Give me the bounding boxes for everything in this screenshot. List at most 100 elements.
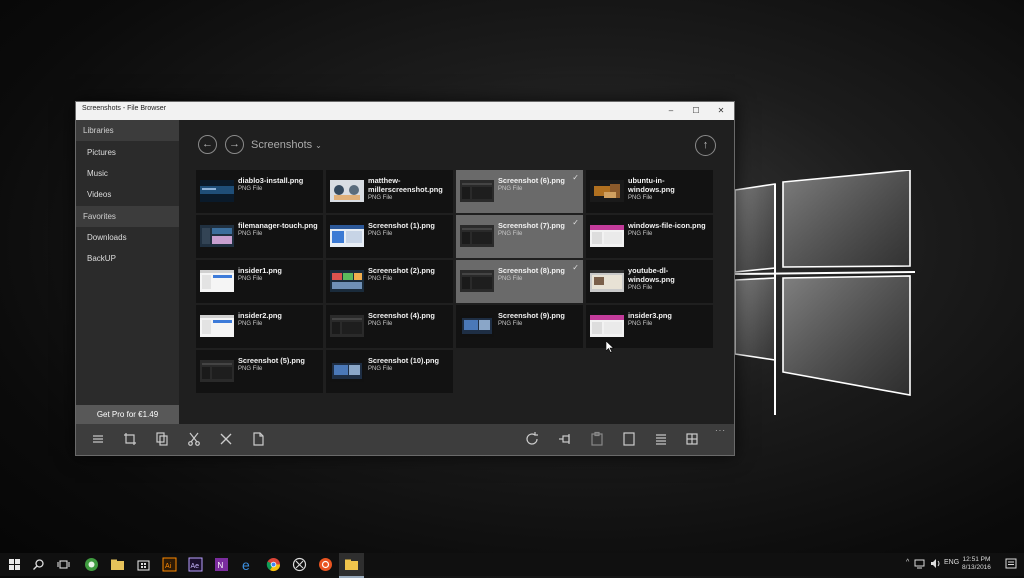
grid-view-icon[interactable] bbox=[684, 431, 700, 447]
file-tile[interactable]: ubuntu-in-windows.png PNG File bbox=[586, 170, 713, 213]
ubuntu-icon[interactable] bbox=[317, 556, 334, 573]
android-icon[interactable] bbox=[83, 556, 100, 573]
xbox-icon[interactable] bbox=[291, 556, 308, 573]
close-button[interactable]: ✕ bbox=[712, 104, 730, 118]
title-bar[interactable]: Screenshots - File Browser – ☐ ✕ bbox=[76, 102, 734, 120]
network-icon[interactable] bbox=[914, 557, 927, 570]
clock-date: 8/13/2016 bbox=[962, 564, 991, 571]
onenote-icon[interactable]: N bbox=[213, 556, 230, 573]
more-options-button[interactable]: ··· bbox=[715, 426, 726, 435]
list-icon[interactable] bbox=[90, 431, 106, 447]
file-tile[interactable]: Screenshot (9).png PNG File bbox=[456, 305, 583, 348]
paste-icon[interactable] bbox=[589, 431, 605, 447]
after-effects-icon[interactable]: Ae bbox=[187, 556, 204, 573]
file-tile[interactable]: filemanager-touch.png PNG File bbox=[196, 215, 323, 258]
file-tile[interactable]: Screenshot (4).png PNG File bbox=[326, 305, 453, 348]
refresh-icon[interactable] bbox=[524, 431, 540, 447]
svg-text:Ai: Ai bbox=[165, 563, 172, 570]
volume-icon[interactable] bbox=[929, 557, 942, 570]
file-tile[interactable]: Screenshot (1).png PNG File bbox=[326, 215, 453, 258]
file-tile[interactable]: Screenshot (6).png PNG File ✓ bbox=[456, 170, 583, 213]
edge-icon[interactable]: e bbox=[239, 556, 256, 573]
file-tile[interactable]: Screenshot (10).png PNG File bbox=[326, 350, 453, 393]
file-name: Screenshot (10).png bbox=[368, 356, 440, 365]
mouse-cursor-icon bbox=[606, 341, 614, 353]
sidebar-section-libraries[interactable]: Libraries bbox=[76, 120, 179, 141]
sidebar-item-videos[interactable]: Videos bbox=[76, 184, 179, 205]
file-thumbnail bbox=[330, 180, 364, 202]
chrome-icon[interactable] bbox=[265, 556, 282, 573]
sidebar-item-backup[interactable]: BackUP bbox=[76, 248, 179, 269]
clock-time: 12:51 PM bbox=[962, 556, 991, 563]
breadcrumb[interactable]: Screenshots ⌄ bbox=[251, 139, 322, 151]
file-name: Screenshot (4).png bbox=[368, 311, 435, 320]
file-tile[interactable]: insider2.png PNG File bbox=[196, 305, 323, 348]
file-type: PNG File bbox=[368, 195, 393, 201]
get-pro-button[interactable]: Get Pro for €1.49 bbox=[76, 405, 179, 424]
sidebar-item-pictures[interactable]: Pictures bbox=[76, 142, 179, 163]
file-name: filemanager-touch.png bbox=[238, 221, 318, 230]
clock[interactable]: 12:51 PM 8/13/2016 bbox=[962, 556, 991, 572]
file-tile[interactable]: diablo3-install.png PNG File bbox=[196, 170, 323, 213]
details-view-icon[interactable] bbox=[653, 431, 669, 447]
checkmark-icon: ✓ bbox=[572, 173, 579, 182]
minimize-button[interactable]: – bbox=[662, 104, 680, 118]
checkmark-icon: ✓ bbox=[572, 218, 579, 227]
start-icon[interactable] bbox=[6, 556, 23, 573]
chevron-down-icon: ⌄ bbox=[315, 141, 322, 150]
up-arrow-icon[interactable]: ↑ bbox=[695, 135, 716, 156]
task-view-icon[interactable] bbox=[55, 556, 72, 573]
sidebar-item-downloads[interactable]: Downloads bbox=[76, 227, 179, 248]
delete-icon[interactable] bbox=[218, 431, 234, 447]
notifications-icon[interactable] bbox=[1004, 557, 1018, 571]
tray-chevron-icon[interactable]: ^ bbox=[906, 559, 909, 566]
windows-logo-wallpaper bbox=[735, 170, 915, 415]
file-name: insider2.png bbox=[238, 311, 282, 320]
file-type: PNG File bbox=[368, 366, 393, 372]
file-explorer-icon[interactable] bbox=[109, 556, 126, 573]
file-thumbnail bbox=[200, 180, 234, 202]
cut-icon[interactable] bbox=[186, 431, 202, 447]
select-icon[interactable] bbox=[621, 431, 637, 447]
file-tile[interactable]: insider1.png PNG File bbox=[196, 260, 323, 303]
sidebar-section-favorites[interactable]: Favorites bbox=[76, 206, 179, 227]
file-tile[interactable]: Screenshot (2).png PNG File bbox=[326, 260, 453, 303]
file-tile[interactable]: Screenshot (7).png PNG File ✓ bbox=[456, 215, 583, 258]
store-icon[interactable] bbox=[135, 556, 152, 573]
forward-arrow-icon[interactable]: → bbox=[225, 135, 244, 154]
search-icon[interactable] bbox=[30, 556, 47, 573]
checkmark-icon: ✓ bbox=[572, 263, 579, 272]
file-tile[interactable]: matthew-millerscreenshot.png PNG File bbox=[326, 170, 453, 213]
file-name: Screenshot (8).png bbox=[498, 266, 565, 275]
file-name: matthew-millerscreenshot.png bbox=[368, 176, 443, 194]
maximize-button[interactable]: ☐ bbox=[687, 104, 705, 118]
file-thumbnail bbox=[590, 315, 624, 337]
file-tile[interactable]: youtube-dl-windows.png PNG File bbox=[586, 260, 713, 303]
svg-text:N: N bbox=[218, 561, 224, 570]
file-thumbnail bbox=[330, 270, 364, 292]
language-indicator[interactable]: ENG bbox=[944, 559, 959, 566]
taskbar: Ai Ae N e ^ ENG 12:51 PM 8/13/2016 bbox=[0, 553, 1024, 578]
file-type: PNG File bbox=[238, 186, 263, 192]
new-file-icon[interactable] bbox=[250, 431, 266, 447]
file-tile[interactable]: Screenshot (5).png PNG File bbox=[196, 350, 323, 393]
svg-text:Ae: Ae bbox=[191, 563, 200, 570]
file-thumbnail bbox=[200, 270, 234, 292]
crop-icon[interactable] bbox=[122, 431, 138, 447]
file-type: PNG File bbox=[628, 285, 653, 291]
file-browser-icon[interactable] bbox=[343, 556, 360, 573]
file-thumbnail bbox=[460, 225, 494, 247]
file-thumbnail bbox=[460, 180, 494, 202]
file-name: Screenshot (1).png bbox=[368, 221, 435, 230]
file-type: PNG File bbox=[238, 231, 263, 237]
sidebar-item-music[interactable]: Music bbox=[76, 163, 179, 184]
breadcrumb-folder: Screenshots bbox=[251, 139, 313, 151]
file-name: youtube-dl-windows.png bbox=[628, 266, 675, 284]
illustrator-icon[interactable]: Ai bbox=[161, 556, 178, 573]
copy-icon[interactable] bbox=[154, 431, 170, 447]
file-tile[interactable]: windows-file-icon.png PNG File bbox=[586, 215, 713, 258]
pin-icon[interactable] bbox=[557, 431, 573, 447]
file-type: PNG File bbox=[498, 186, 523, 192]
file-tile[interactable]: Screenshot (8).png PNG File ✓ bbox=[456, 260, 583, 303]
back-arrow-icon[interactable]: ← bbox=[198, 135, 217, 154]
